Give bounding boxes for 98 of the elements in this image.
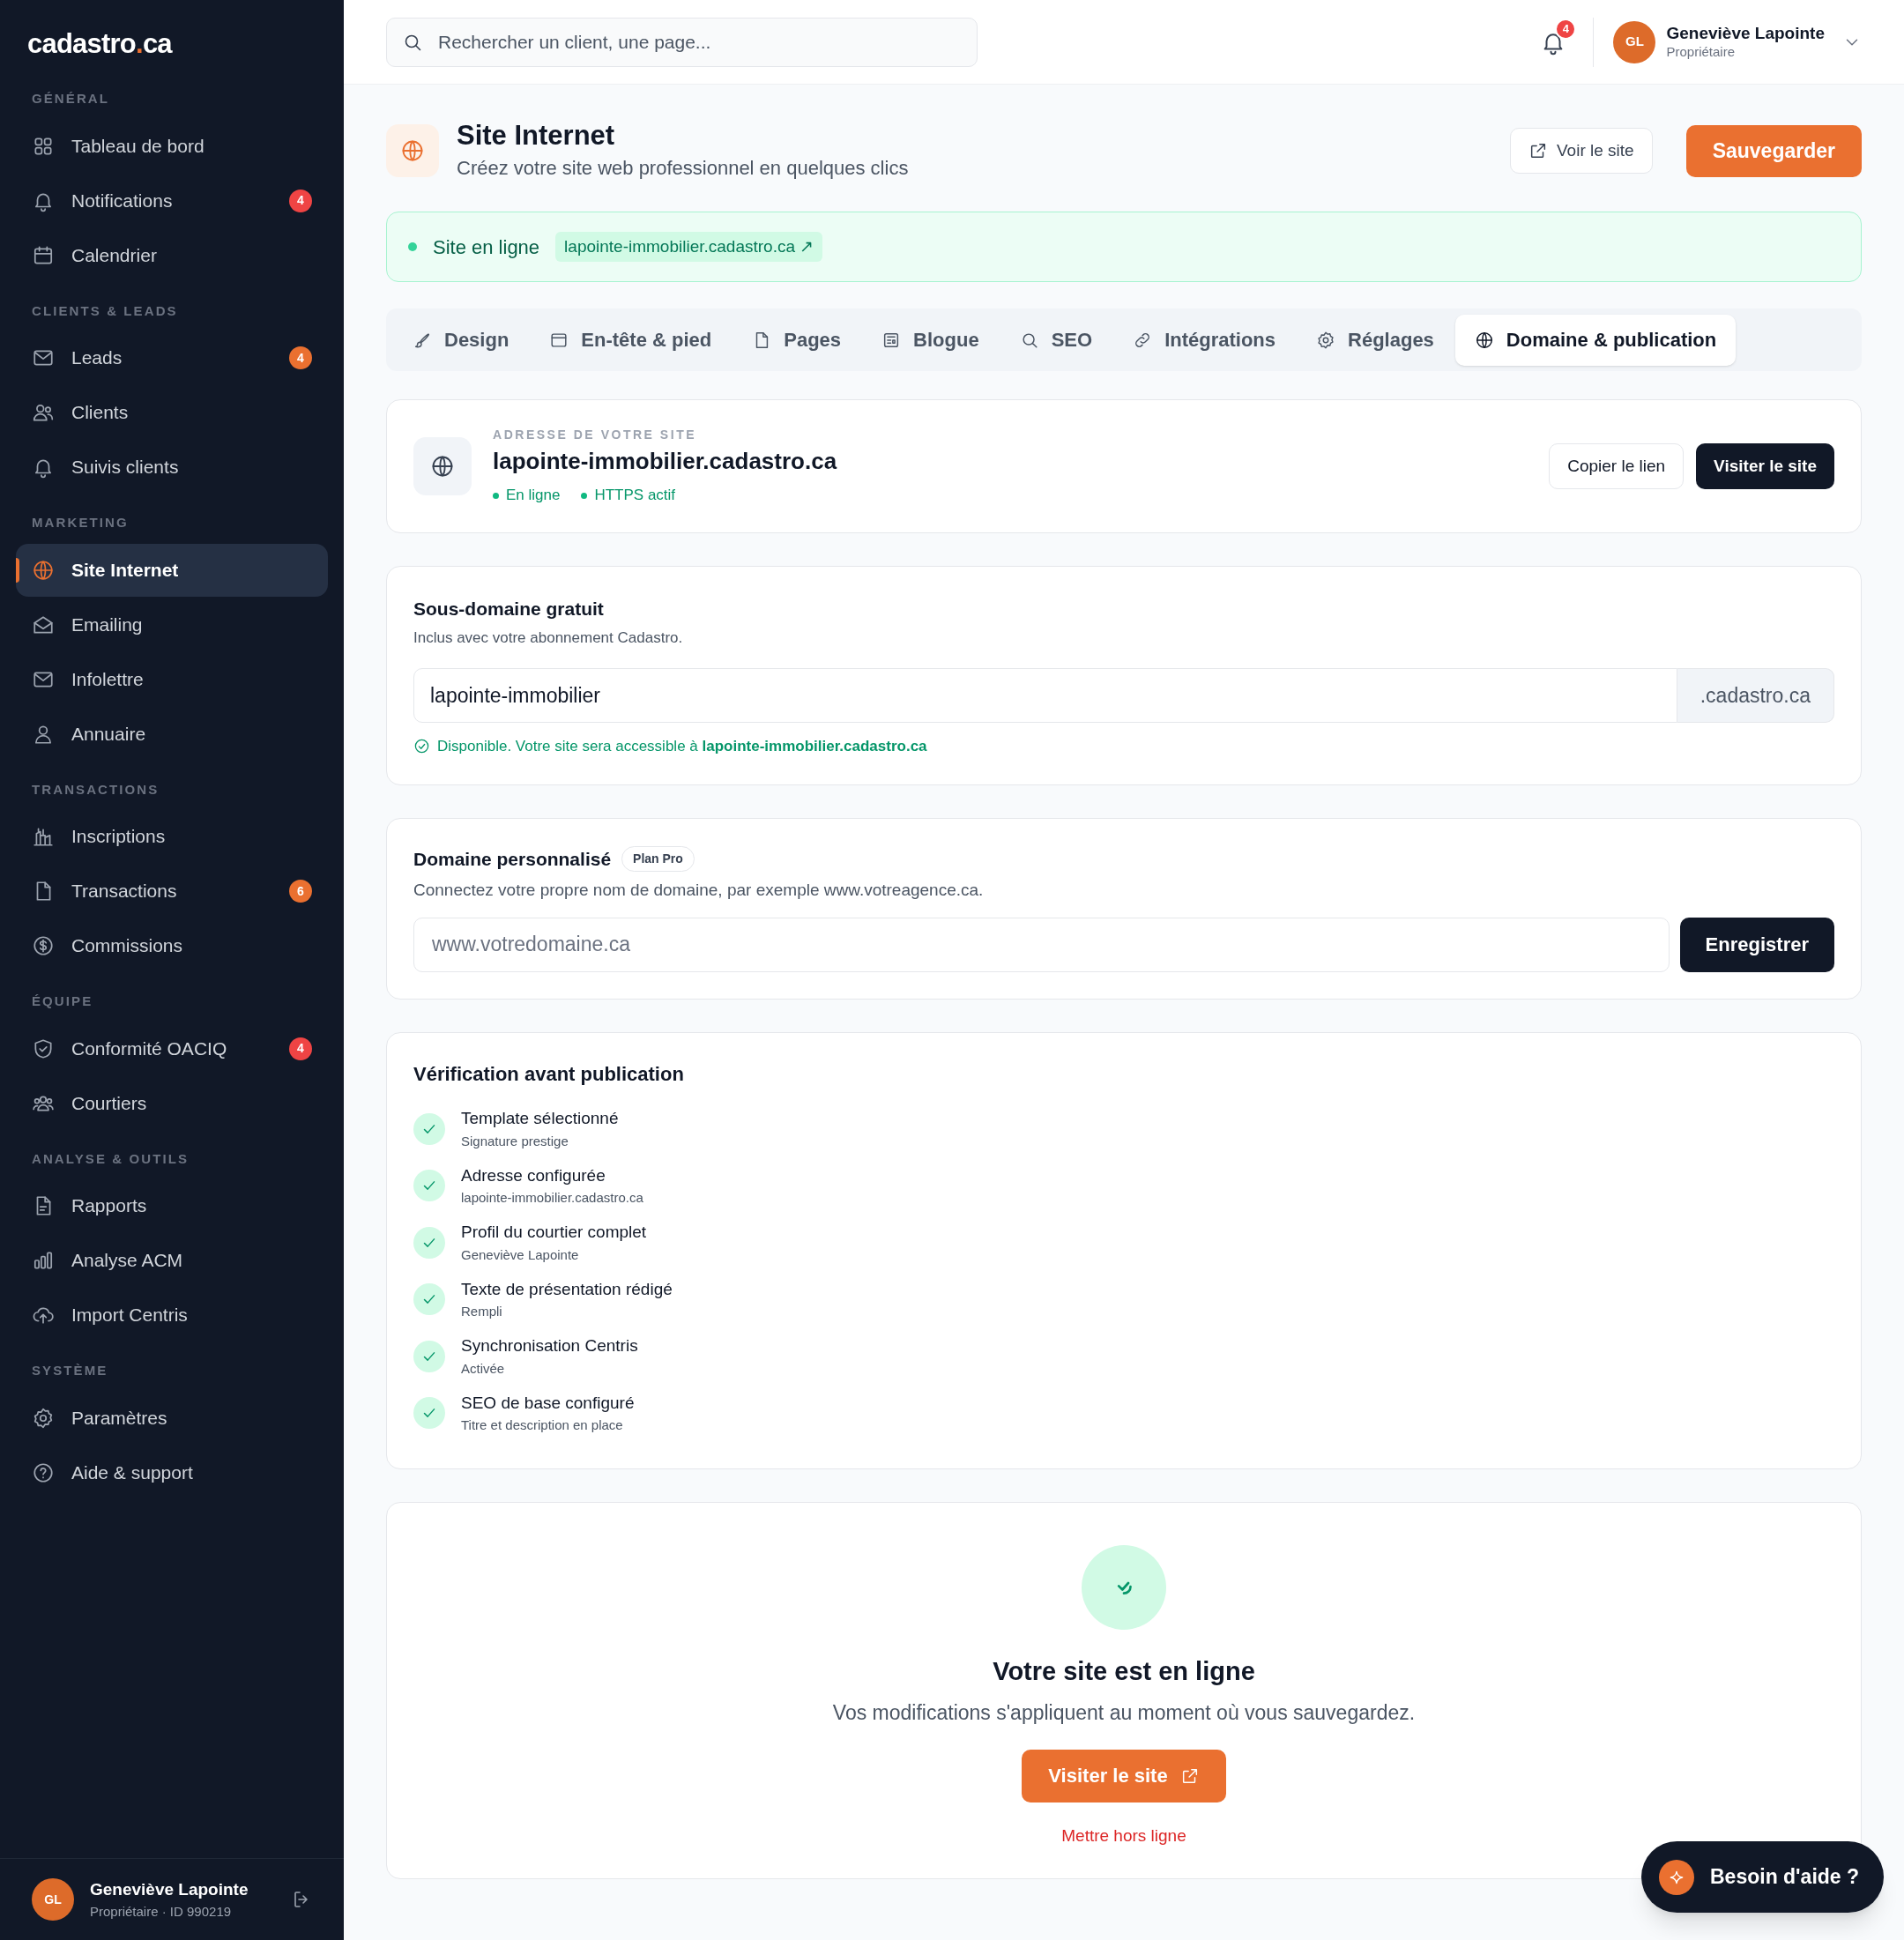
nav-item[interactable]: Aide & support: [16, 1446, 328, 1499]
publish-title: Votre site est en ligne: [993, 1655, 1255, 1687]
nav-item[interactable]: Rapports: [16, 1179, 328, 1232]
nav-item[interactable]: Inscriptions: [16, 810, 328, 863]
check-detail: Titre et description en place: [461, 1416, 624, 1435]
tab[interactable]: Intégrations: [1113, 314, 1296, 366]
notification-badge: 4: [1555, 18, 1577, 40]
nav-item[interactable]: Clients: [16, 386, 328, 439]
user-meta: Propriétaire · ID 990219: [90, 1903, 233, 1921]
bar-chart-icon: [32, 1249, 55, 1272]
nav-item[interactable]: Infolettre: [16, 652, 328, 706]
nav-item[interactable]: Conformité OACIQ 4: [16, 1022, 328, 1075]
check-title: Texte de présentation rédigé: [461, 1278, 673, 1300]
subdomain-input[interactable]: lapointe-immobilier: [413, 668, 1677, 723]
status-label: Site en ligne: [433, 234, 540, 260]
count-badge: 6: [289, 880, 312, 903]
settings-icon: [32, 1406, 55, 1430]
card-title: Domaine personnalisé: [413, 847, 612, 871]
page-subtitle: Créez votre site web professionnel en quelques clics: [457, 155, 910, 181]
check-title: Synchronisation Centris: [461, 1335, 638, 1357]
globe-icon: [400, 138, 425, 163]
nav-item[interactable]: Import Centris: [16, 1289, 328, 1342]
nav-item[interactable]: Analyse ACM: [16, 1234, 328, 1287]
card-description: Inclus avec votre abonnement Cadastro.: [413, 628, 684, 648]
nav-item[interactable]: Paramètres: [16, 1391, 328, 1445]
nav-item[interactable]: Courtiers: [16, 1076, 328, 1130]
nav-item[interactable]: Site Internet: [16, 543, 328, 597]
check-detail: Activée: [461, 1359, 506, 1378]
user-role: Propriétaire: [1666, 44, 1737, 61]
avatar: GL: [32, 1878, 74, 1921]
check-title: Template sélectionné: [461, 1108, 619, 1130]
site-link[interactable]: lapointe-immobilier.cadastro.ca ↗: [555, 231, 823, 263]
tab[interactable]: Domaine & publication: [1454, 314, 1737, 366]
status-label: En ligne: [506, 486, 561, 506]
copy-link-button[interactable]: Copier le lien: [1549, 443, 1685, 489]
globe-icon: [430, 454, 455, 479]
page-title: Site Internet: [457, 119, 616, 153]
status-label: HTTPS actif: [594, 486, 676, 506]
section-heading: MARKETING: [32, 514, 130, 531]
user-name: Geneviève Lapointe: [90, 1878, 249, 1900]
check-circle-icon: [413, 738, 430, 755]
nav-item[interactable]: Annuaire: [16, 707, 328, 761]
site-domain: lapointe-immobilier.cadastro.ca: [493, 447, 838, 477]
check-title: Adresse configurée: [461, 1164, 606, 1186]
check-detail: lapointe-immobilier.cadastro.ca: [461, 1189, 643, 1208]
nav-item[interactable]: Tableau de bord: [16, 119, 328, 173]
publish-description: Vos modifications s'appliquent au moment où vous sauvegardez.: [832, 1700, 1416, 1726]
check-detail: Geneviève Lapointe: [461, 1245, 580, 1264]
check-title: Profil du courtier complet: [461, 1222, 647, 1244]
globe-icon: [32, 558, 55, 582]
count-badge: 4: [289, 346, 312, 369]
calendar-icon: [32, 243, 55, 267]
take-offline-link[interactable]: Mettre hors ligne: [1061, 1823, 1186, 1848]
building-icon: [32, 825, 55, 848]
nav-item[interactable]: Transactions 6: [16, 865, 328, 918]
tab[interactable]: SEO: [1000, 314, 1112, 366]
check-detail: Rempli: [461, 1303, 503, 1321]
domain-suffix: .cadastro.ca: [1677, 668, 1834, 723]
tab[interactable]: En-tête & pied: [530, 314, 732, 366]
search-field[interactable]: Rechercher un client, une page...: [386, 17, 978, 67]
view-site-button[interactable]: Voir le site: [1510, 128, 1653, 174]
tab[interactable]: Pages: [733, 314, 861, 366]
register-button[interactable]: Enregistrer: [1679, 917, 1834, 972]
card-description: Connectez votre propre nom de domaine, par exemple www.votreagence.ca.: [413, 880, 985, 901]
card-title: Vérification avant publication: [413, 1061, 685, 1087]
help-icon: [32, 1461, 55, 1484]
tab[interactable]: Design: [393, 314, 529, 366]
dollar-icon: [32, 934, 55, 957]
check-detail: Signature prestige: [461, 1132, 569, 1150]
logo: cadastro.ca: [27, 30, 172, 57]
availability-message: Disponible. Votre site sera accessible à lapointe-immobilier.cadastro.ca: [437, 737, 927, 756]
nav-item[interactable]: Emailing: [16, 598, 328, 651]
external-link-icon: [1528, 141, 1548, 160]
count-badge: 4: [289, 189, 312, 212]
section-heading: TRANSACTIONS: [32, 780, 160, 799]
section-heading: SYSTÈME: [32, 1362, 109, 1379]
tab[interactable]: Réglages: [1297, 314, 1454, 366]
user-name: Geneviève Lapointe: [1666, 23, 1825, 44]
nav-item[interactable]: Leads 4: [16, 331, 328, 384]
card-title: Sous-domaine gratuit: [413, 598, 605, 621]
nav-item[interactable]: Commissions: [16, 919, 328, 972]
section-heading: GÉNÉRAL: [32, 90, 111, 108]
section-heading: CLIENTS & LEADS: [32, 301, 179, 320]
user-menu[interactable]: GL Geneviève Lapointe Propriétaire: [1613, 20, 1862, 63]
check-title: SEO de base configuré: [461, 1392, 635, 1414]
eyebrow-label: ADRESSE DE VOTRE SITE: [493, 427, 698, 444]
section-heading: ANALYSE & OUTILS: [32, 1149, 190, 1168]
nav-item[interactable]: Notifications 4: [16, 174, 328, 227]
avatar: GL: [1613, 20, 1656, 63]
count-badge: 4: [289, 1037, 312, 1060]
nav-item[interactable]: Suivis clients: [16, 441, 328, 494]
nav-item[interactable]: Calendrier: [16, 228, 328, 282]
tab[interactable]: Blogue: [862, 314, 999, 366]
section-heading: ÉQUIPE: [32, 992, 94, 1010]
visit-site-button[interactable]: Visiter le site: [1696, 443, 1834, 489]
help-button[interactable]: Besoin d'aide ?: [1641, 1841, 1885, 1913]
domain-input[interactable]: www.votredomaine.ca: [413, 917, 1670, 972]
globe-icon: [1474, 330, 1494, 350]
